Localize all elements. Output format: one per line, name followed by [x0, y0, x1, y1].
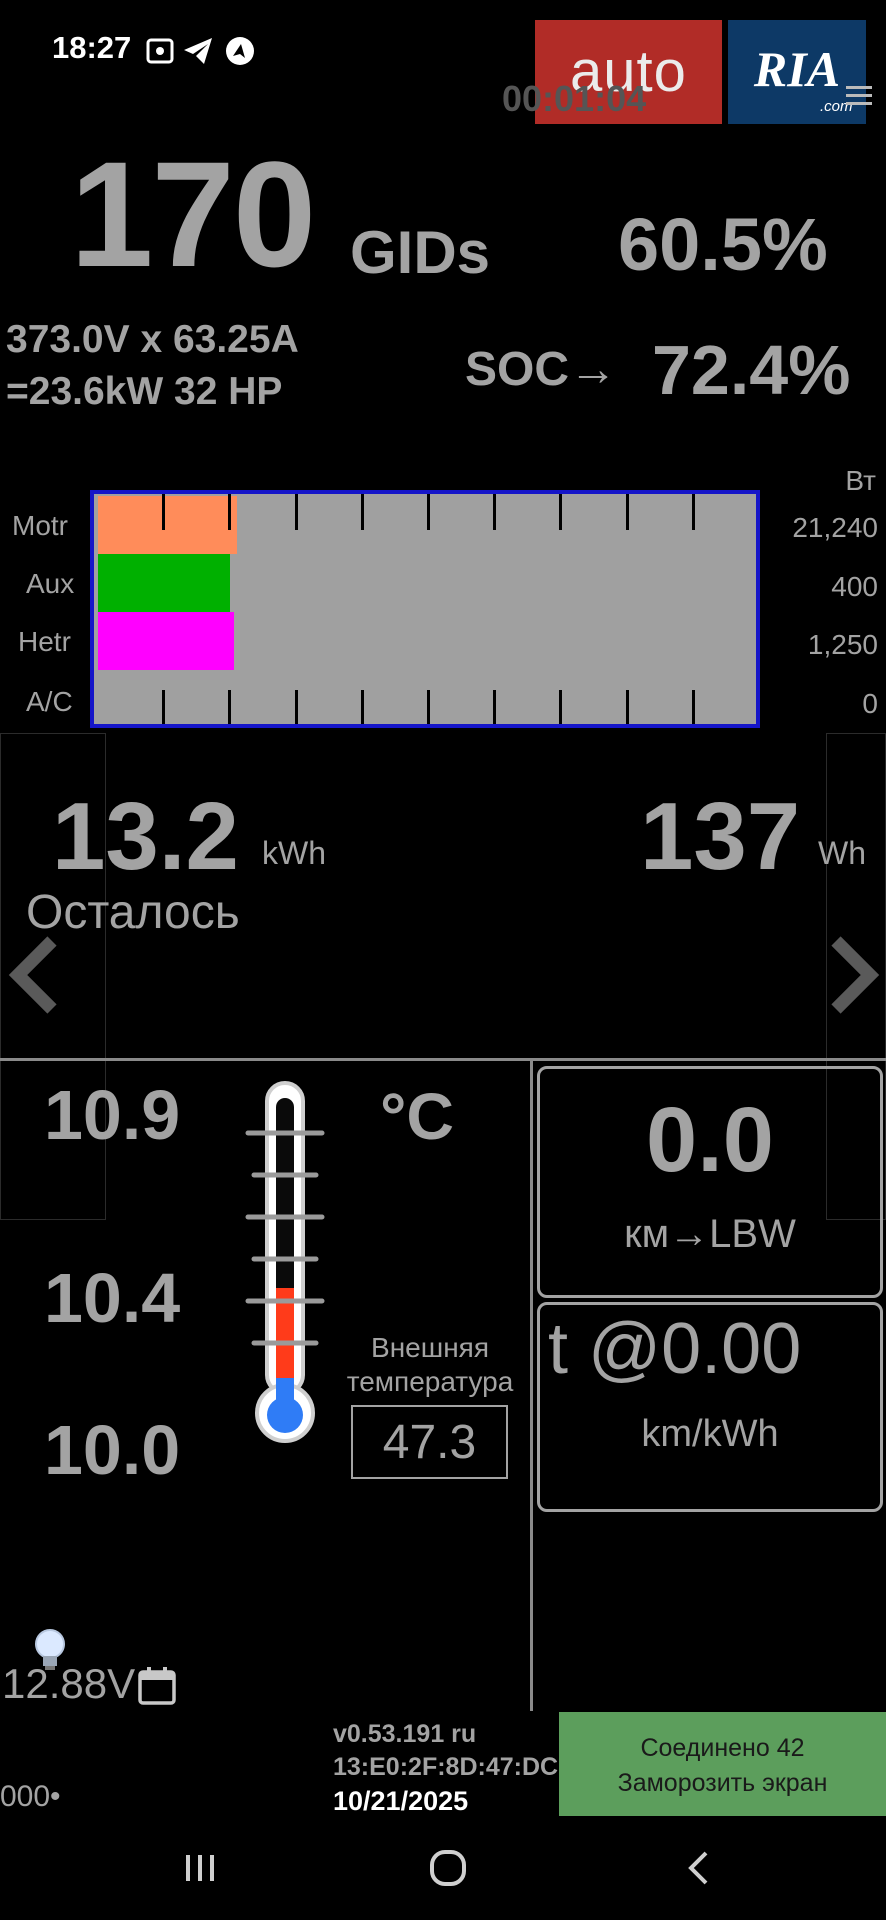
efficiency-value: t @0.00 — [548, 1309, 802, 1389]
session-timer: 00:01:04 — [502, 78, 647, 119]
consumption-label-motor: Motr — [12, 510, 68, 541]
battery-temp-min: 10.0 — [44, 1411, 181, 1489]
energy-wh-value: 137 — [640, 783, 801, 890]
back-nav-icon[interactable] — [680, 1848, 720, 1888]
scale-tick-top — [295, 494, 298, 530]
scale-tick-bottom — [427, 690, 430, 724]
scale-tick-bottom — [692, 690, 695, 724]
freeze-screen-label: Заморозить экран — [617, 1769, 828, 1797]
calendar-icon[interactable] — [137, 1666, 177, 1706]
remaining-energy-value: 13.2 — [52, 783, 239, 890]
consumption-label-ac: A/C — [26, 686, 73, 717]
menu-icon[interactable] — [846, 85, 872, 107]
consumption-unit: Вт — [845, 465, 876, 496]
outside-temp-label-1: Внешняя — [371, 1332, 489, 1363]
gids-label: GIDs — [350, 219, 491, 286]
remaining-energy-unit: kWh — [262, 835, 326, 871]
power-kw-hp: =23.6kW 32 HP — [6, 370, 283, 413]
screenshot-icon — [146, 38, 174, 64]
scale-tick-top — [228, 494, 231, 530]
connection-freeze-button[interactable]: Соединено 42 Заморозить экран — [559, 1712, 886, 1816]
battery-temp-max: 10.9 — [44, 1076, 181, 1154]
consumption-chart — [90, 490, 760, 728]
consumption-bar-heater — [98, 612, 234, 670]
current-date: 10/21/2025 — [333, 1786, 469, 1816]
scale-tick-top — [559, 494, 562, 530]
chevron-right-icon[interactable] — [826, 935, 882, 1015]
consumption-label-aux: Aux — [26, 568, 75, 599]
scale-tick-bottom — [493, 690, 496, 724]
range-label: км→LBW — [624, 1212, 796, 1256]
consumption-label-heater: Hetr — [18, 626, 71, 657]
energy-wh-unit: Wh — [818, 835, 866, 871]
telegram-icon — [184, 38, 212, 64]
remaining-energy-label: Осталось — [26, 886, 240, 939]
outside-temp-label-2: температура — [346, 1366, 514, 1397]
power-voltage-current: 373.0V x 63.25A — [6, 318, 299, 361]
gids-percent: 60.5% — [618, 203, 828, 286]
consumption-value-ac: 0 — [862, 688, 878, 719]
status-icons — [146, 37, 254, 65]
scale-tick-bottom — [228, 690, 231, 724]
consumption-bar-motor — [98, 496, 237, 554]
aux-battery-voltage: 12.88V — [2, 1660, 136, 1707]
gids-value: 170 — [70, 130, 316, 298]
scale-tick-bottom — [626, 690, 629, 724]
scale-tick-bottom — [361, 690, 364, 724]
connection-status-label: Соединено 42 — [640, 1734, 805, 1762]
section-divider — [0, 1058, 886, 1061]
home-nav-icon[interactable] — [428, 1848, 468, 1888]
range-value: 0.0 — [646, 1089, 774, 1191]
temperature-unit: °C — [380, 1079, 455, 1153]
app-version: v0.53.191 ru — [333, 1720, 477, 1748]
status-time: 18:27 — [52, 30, 132, 65]
consumption-bar-aux — [98, 554, 230, 612]
consumption-value-motor: 21,240 — [792, 512, 878, 543]
consumption-value-aux: 400 — [831, 571, 878, 602]
efficiency-label: km/kWh — [641, 1413, 779, 1455]
connection-dots: 000• — [0, 1780, 61, 1813]
outside-temp-value: 47.3 — [351, 1405, 508, 1479]
soc-label: SOC→ — [465, 343, 618, 396]
scale-tick-top — [361, 494, 364, 530]
thermometer-icon — [245, 1081, 325, 1443]
battery-temp-avg: 10.4 — [44, 1259, 181, 1337]
recents-nav-icon[interactable] — [180, 1848, 220, 1888]
device-mac-address: 13:E0:2F:8D:47:DC — [333, 1753, 559, 1781]
column-divider — [530, 1061, 533, 1711]
consumption-value-heater: 1,250 — [807, 629, 878, 660]
scale-tick-bottom — [295, 690, 298, 724]
chevron-left-icon[interactable] — [6, 935, 62, 1015]
scale-tick-top — [692, 494, 695, 530]
navigation-icon — [226, 37, 254, 65]
scale-tick-top — [162, 494, 165, 530]
scale-tick-bottom — [559, 690, 562, 724]
scale-tick-bottom — [162, 690, 165, 724]
scale-tick-top — [626, 494, 629, 530]
scale-tick-top — [427, 494, 430, 530]
soc-value: 72.4% — [652, 331, 851, 409]
scale-tick-top — [493, 494, 496, 530]
